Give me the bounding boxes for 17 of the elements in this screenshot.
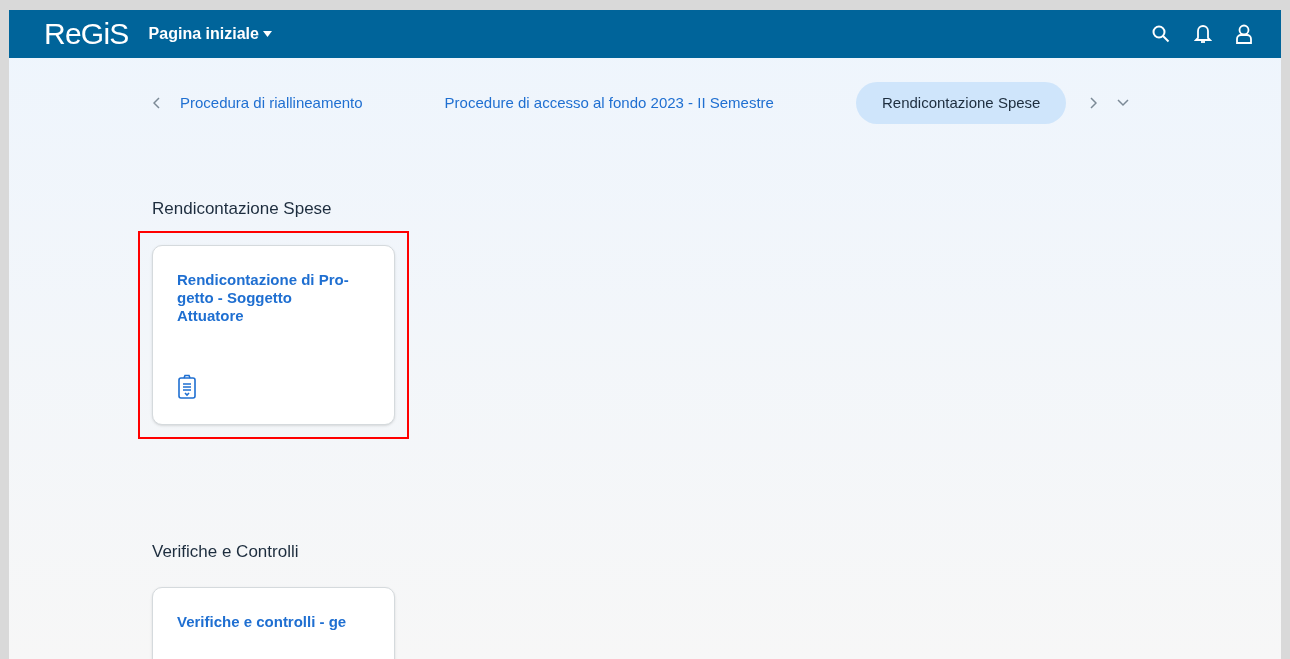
- section-title: Verifiche e Controlli: [152, 540, 300, 563]
- chevron-left-icon[interactable]: [153, 97, 160, 109]
- user-icon[interactable]: [1236, 24, 1252, 44]
- home-menu-button[interactable]: Pagina iniziale: [148, 22, 272, 46]
- bell-icon[interactable]: [1194, 24, 1212, 44]
- app-tile[interactable]: Verifiche e controlli - ge: [152, 587, 395, 659]
- section-title: Rendicontazione Spese: [152, 198, 333, 220]
- search-icon[interactable]: [1152, 25, 1170, 43]
- logo: ReGiS: [44, 19, 129, 49]
- caret-icon: [262, 31, 272, 37]
- chevron-right-icon[interactable]: [1090, 97, 1098, 109]
- chevron-down-icon[interactable]: [1117, 99, 1130, 107]
- app-tile[interactable]: Rendicontazione di Pro-getto - Soggetto Attuatore: [152, 244, 395, 425]
- breadcrumb-tab[interactable]: Rendicontazione Spese: [855, 82, 1067, 124]
- breadcrumb-tab[interactable]: Procedura di riallineamento: [180, 82, 363, 124]
- breadcrumb-tab[interactable]: Procedure di accesso al fondo 2023 - II Semestre: [444, 82, 774, 124]
- clipboard-icon: [177, 373, 197, 400]
